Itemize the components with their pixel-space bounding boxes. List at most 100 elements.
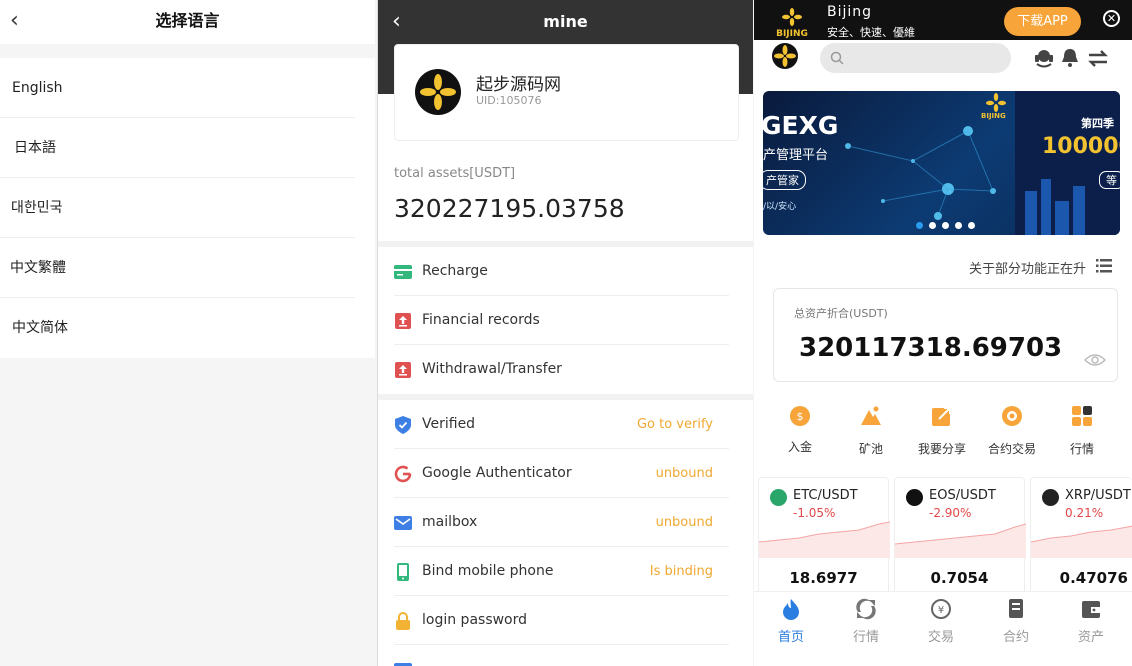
quick-label: 行情	[1069, 442, 1094, 456]
user-card: 起步源码网 UID:105076	[394, 44, 739, 141]
language-label: 日本語	[14, 140, 56, 156]
language-option-japanese[interactable]: 日本語	[0, 118, 355, 178]
promo-banner[interactable]: GEXG 产管理平台 产管家 /以/安心 BIJING 第四季 100000 等	[763, 91, 1120, 235]
quick-contract-trading[interactable]: 合约交易	[982, 404, 1042, 457]
share-icon	[930, 404, 954, 428]
grid-icon	[1070, 404, 1094, 428]
menu-financial-records[interactable]: Financial records	[394, 296, 729, 345]
language-label: English	[12, 80, 63, 96]
language-option-korean[interactable]: 대한민국	[0, 178, 355, 238]
search-row	[754, 40, 1132, 74]
search-input[interactable]	[820, 43, 1011, 73]
menu-login-password[interactable]: login password	[394, 596, 729, 645]
tab-assets[interactable]: 资产	[1061, 598, 1121, 645]
menu-withdrawal-transfer[interactable]: Withdrawal/Transfer	[394, 345, 729, 394]
notice-text[interactable]: 关于部分功能正在升	[969, 258, 1086, 277]
asset-value: 320117318.69703	[799, 333, 1063, 363]
ticker-card[interactable]: XRP/USDT 0.21% 0.47076	[1030, 477, 1132, 597]
lock-icon	[394, 612, 412, 630]
total-assets-label: total assets[USDT]	[394, 166, 516, 181]
menu-label: Financial records	[422, 312, 540, 328]
tab-label: 首页	[777, 630, 804, 645]
quick-label: 我要分享	[917, 442, 966, 456]
tab-market[interactable]: 行情	[836, 598, 896, 645]
menu-verified[interactable]: Verified Go to verify	[394, 400, 729, 449]
language-label: 中文繁體	[10, 260, 66, 276]
tab-label: 交易	[927, 630, 954, 645]
asset-label: 总资产折合(USDT)	[794, 307, 888, 320]
back-icon[interactable]: ‹	[392, 0, 401, 44]
avatar	[415, 69, 461, 115]
menu-bind-mobile-phone[interactable]: Bind mobile phone Is binding	[394, 547, 729, 596]
support-icon[interactable]	[1033, 47, 1055, 69]
svg-text:$: $	[797, 410, 804, 423]
brand-logo-text: BIJING	[776, 29, 808, 39]
carousel-dot[interactable]	[942, 222, 949, 229]
quick-label: 入金	[787, 440, 812, 454]
menu-label: Verified	[422, 416, 476, 432]
shield-icon	[394, 416, 412, 434]
user-name: 起步源码网	[476, 75, 561, 95]
menu-recharge[interactable]: Recharge	[394, 247, 729, 296]
upload-icon	[394, 361, 412, 379]
menu-next-item[interactable]	[394, 645, 729, 666]
download-app-button[interactable]: 下载APP	[1004, 7, 1081, 36]
menu-label: Bind mobile phone	[422, 563, 554, 579]
quick-label: 合约交易	[987, 442, 1036, 456]
carousel-dot[interactable]	[929, 222, 936, 229]
carousel-dot-active[interactable]	[916, 222, 923, 229]
google-icon	[394, 465, 412, 483]
ticker-price: 0.7054	[930, 569, 989, 587]
mountain-icon	[859, 404, 883, 428]
app-promo-bar: BIJING Bijing 安全、快速、優維 下载APP ✕	[754, 0, 1132, 40]
wallet-icon	[1082, 601, 1100, 618]
language-option-simplified-chinese[interactable]: 中文简体	[0, 298, 355, 358]
tab-trade[interactable]: ¥ 交易	[911, 598, 971, 645]
eye-icon[interactable]	[1084, 353, 1106, 367]
ticker-card[interactable]: ETC/USDT -1.05% 18.6977	[758, 477, 890, 597]
tab-home[interactable]: 首页	[761, 598, 821, 645]
user-uid: UID:105076	[476, 94, 542, 107]
quick-share[interactable]: 我要分享	[912, 404, 972, 457]
carousel-dot[interactable]	[968, 222, 975, 229]
list-icon[interactable]	[1096, 259, 1112, 273]
language-option-english[interactable]: English	[0, 58, 355, 118]
close-icon[interactable]: ✕	[1103, 10, 1120, 27]
ticker-price: 18.6977	[789, 569, 858, 587]
upload-icon	[394, 312, 412, 330]
carousel-dot[interactable]	[955, 222, 962, 229]
banner-tag: 产管家	[763, 170, 806, 190]
transfer-icon[interactable]	[1087, 48, 1109, 70]
menu-mailbox[interactable]: mailbox unbound	[394, 498, 729, 547]
language-label: 中文简体	[12, 320, 68, 336]
tab-label: 资产	[1077, 630, 1104, 645]
menu-label: login password	[422, 612, 528, 628]
menu-label: Recharge	[422, 263, 488, 279]
trend-icon	[856, 598, 876, 620]
bell-icon[interactable]	[1059, 47, 1081, 69]
quick-market[interactable]: 行情	[1052, 404, 1112, 457]
search-icon	[830, 51, 844, 65]
banner-number: 100000	[1042, 134, 1120, 159]
mail-icon	[394, 514, 412, 532]
tab-contract[interactable]: 合约	[986, 598, 1046, 645]
xrp-coin-icon	[1042, 489, 1059, 506]
quick-deposit[interactable]: $ 入金	[770, 404, 830, 455]
menu-label: Google Authenticator	[422, 465, 572, 481]
card-icon	[394, 263, 412, 281]
asset-summary-card: 总资产折合(USDT) 320117318.69703	[773, 288, 1118, 382]
ticker-card[interactable]: EOS/USDT -2.90% 0.7054	[894, 477, 1026, 597]
language-header: ‹ 选择语言	[0, 0, 375, 44]
banner-logo-text: BIJING	[981, 112, 1006, 120]
language-panel: ‹ 选择语言 English 日本語 대한민국 中文繁體 中文简体	[0, 0, 375, 666]
quick-mining-pool[interactable]: 矿池	[841, 404, 901, 457]
flower-logo-icon	[774, 45, 796, 67]
status-text: unbound	[655, 515, 713, 530]
back-icon[interactable]: ‹	[10, 0, 19, 42]
menu-google-authenticator[interactable]: Google Authenticator unbound	[394, 449, 729, 498]
menu-label: Withdrawal/Transfer	[422, 361, 562, 377]
banner-title: GEXG	[763, 111, 839, 140]
flower-logo-icon	[420, 74, 456, 110]
language-option-traditional-chinese[interactable]: 中文繁體	[0, 238, 355, 298]
bottom-tab-bar: 首页 行情 ¥ 交易 合约 资产	[754, 591, 1132, 666]
